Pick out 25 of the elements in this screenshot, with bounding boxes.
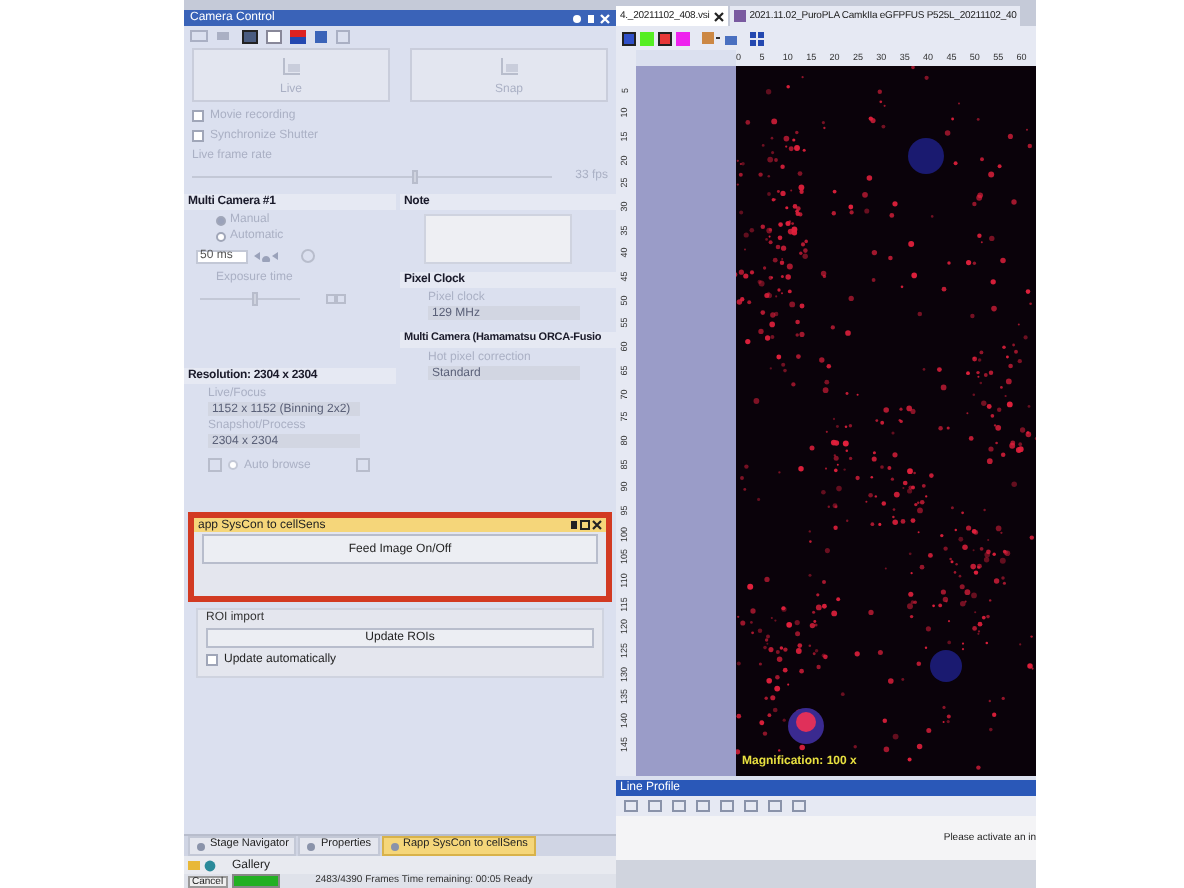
channel-button[interactable] [658, 31, 672, 45]
nucleus-drawing [930, 650, 962, 682]
nucleus-drawing [908, 138, 944, 174]
close-icon[interactable] [592, 520, 602, 530]
tab-icon [306, 841, 317, 851]
frame-icon[interactable] [190, 30, 208, 42]
tab-icon [196, 841, 206, 851]
flag-icon[interactable] [290, 29, 306, 43]
page-icon[interactable] [266, 29, 282, 43]
palette-icon[interactable] [702, 31, 720, 45]
folder-icon[interactable] [188, 860, 200, 870]
step-buttons-icon[interactable] [326, 294, 346, 304]
layers-icon[interactable] [724, 31, 738, 45]
note-field[interactable] [424, 214, 572, 264]
square-icon[interactable] [314, 29, 328, 43]
stepper-icon[interactable] [252, 250, 280, 262]
close-icon[interactable] [713, 11, 724, 21]
window-icon[interactable] [580, 520, 590, 530]
checkbox[interactable] [206, 654, 218, 666]
monitor-icon[interactable] [242, 29, 258, 43]
tab-icon [389, 841, 400, 851]
cell-drawing [788, 708, 824, 744]
image-icon [733, 10, 746, 22]
channel-button[interactable] [622, 31, 636, 45]
help-icon[interactable] [572, 13, 582, 23]
